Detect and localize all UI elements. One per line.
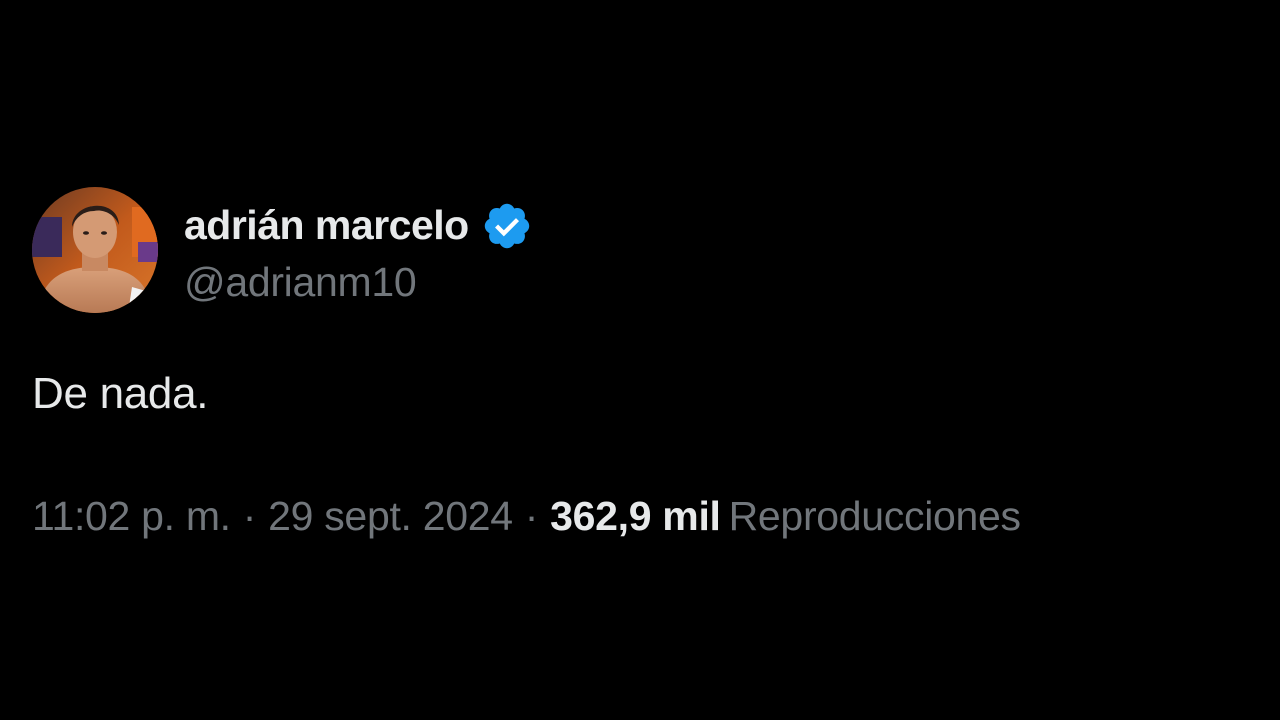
avatar[interactable] — [32, 187, 158, 313]
tweet-time[interactable]: 11:02 p. m. — [32, 493, 231, 539]
views-label: Reproducciones — [728, 493, 1021, 539]
user-handle[interactable]: @adrianm10 — [184, 259, 533, 306]
views-count: 362,9 mil — [550, 493, 721, 539]
display-name[interactable]: adrián marcelo — [184, 202, 469, 249]
meta-separator: · — [242, 493, 257, 539]
tweet-card: adrián marcelo @adrianm10 De nada. 11:02… — [32, 187, 1248, 540]
tweet-header: adrián marcelo @adrianm10 — [32, 187, 1248, 313]
verified-badge-icon[interactable] — [481, 200, 533, 252]
tweet-text: De nada. — [32, 369, 209, 418]
meta-separator: · — [524, 493, 539, 539]
user-names: adrián marcelo @adrianm10 — [184, 195, 533, 306]
avatar-image — [32, 187, 158, 313]
display-name-row: adrián marcelo — [184, 195, 533, 257]
tweet-date[interactable]: 29 sept. 2024 — [268, 493, 513, 539]
tweet-meta: 11:02 p. m. · 29 sept. 2024 · 362,9 mil Repro… — [32, 493, 1248, 540]
